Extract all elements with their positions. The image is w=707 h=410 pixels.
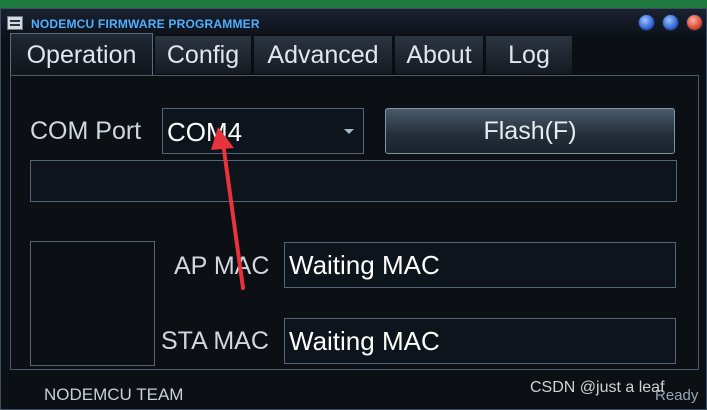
annotation-arrow: [211, 127, 245, 290]
annotation-arrow-shaft: [222, 148, 245, 290]
annotation-arrow-head: [211, 127, 234, 150]
